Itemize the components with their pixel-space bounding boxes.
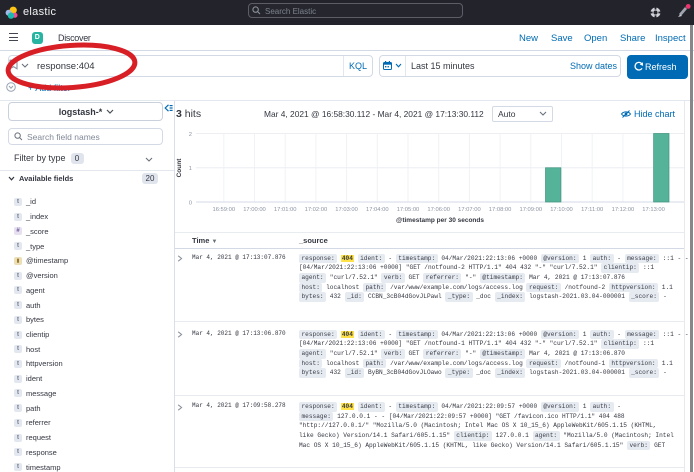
svg-text:17:11:00: 17:11:00 — [581, 207, 603, 213]
svg-text:0: 0 — [189, 201, 192, 207]
svg-text:17:07:00: 17:07:00 — [458, 207, 481, 213]
svg-text:1: 1 — [189, 166, 192, 172]
svg-text:2: 2 — [189, 132, 192, 138]
svg-text:17:13:00: 17:13:00 — [642, 207, 665, 213]
svg-text:@timestamp per 30 seconds: @timestamp per 30 seconds — [396, 217, 484, 224]
svg-text:17:08:00: 17:08:00 — [489, 207, 512, 213]
svg-text:17:09:00: 17:09:00 — [520, 207, 543, 213]
svg-text:17:05:00: 17:05:00 — [397, 207, 420, 213]
svg-text:17:00:00: 17:00:00 — [243, 207, 266, 213]
svg-text:17:01:00: 17:01:00 — [274, 207, 297, 213]
svg-text:17:12:00: 17:12:00 — [612, 207, 635, 213]
svg-text:17:04:00: 17:04:00 — [366, 207, 389, 213]
svg-text:Count: Count — [176, 158, 183, 178]
svg-text:17:10:00: 17:10:00 — [550, 207, 573, 213]
svg-text:17:02:00: 17:02:00 — [305, 207, 328, 213]
svg-text:16:59:00: 16:59:00 — [213, 207, 236, 213]
svg-text:17:06:00: 17:06:00 — [427, 207, 450, 213]
svg-text:17:03:00: 17:03:00 — [335, 207, 358, 213]
